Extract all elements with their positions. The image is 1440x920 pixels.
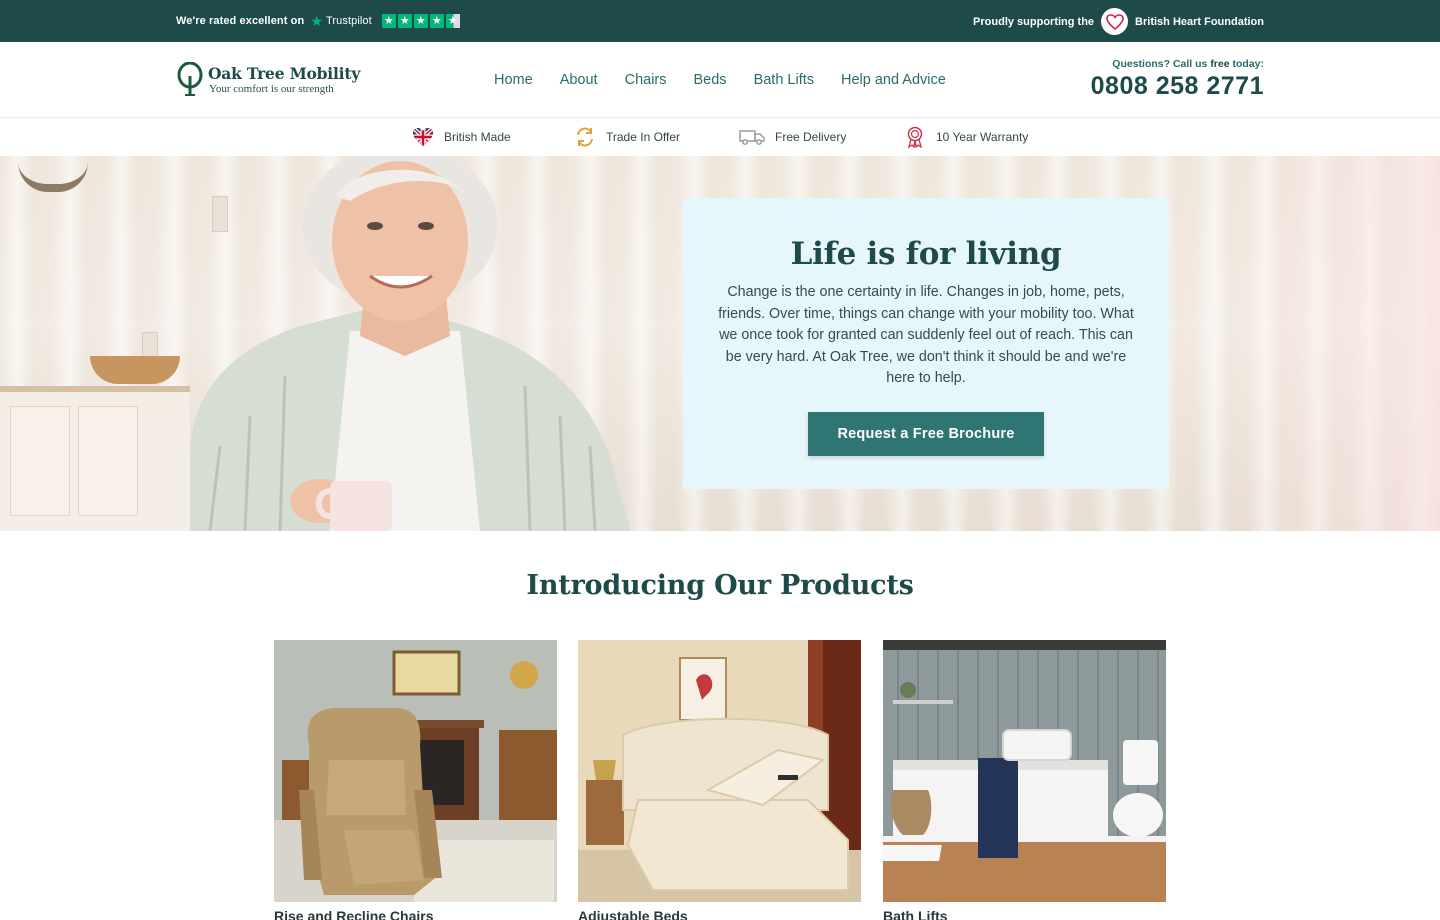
star-icon: ★ <box>413 14 428 28</box>
phone-number-link[interactable]: 0808 258 2771 <box>1091 72 1264 101</box>
product-label-chairs[interactable]: Rise and Recline Chairs <box>274 908 557 920</box>
top-bar: We're rated excellent on ★ Trustpilot ★ … <box>0 0 1440 42</box>
adjustable-bed-image <box>578 640 861 902</box>
star-icon: ★ <box>397 14 412 28</box>
rated-text: We're rated excellent on <box>176 15 305 27</box>
product-label-beds[interactable]: Adjustable Beds <box>578 908 861 920</box>
bath-lift-image <box>883 640 1166 902</box>
warranty-rosette-icon <box>904 126 926 148</box>
support-text: Proudly supporting the <box>973 15 1095 28</box>
main-nav: Home About Chairs Beds Bath Lifts Help a… <box>494 72 946 88</box>
trustpilot-rating[interactable]: We're rated excellent on ★ Trustpilot ★ … <box>176 14 460 28</box>
nav-about[interactable]: About <box>560 72 598 88</box>
call-label-prefix: Questions? Call us <box>1112 58 1208 70</box>
site-logo[interactable]: Oak Tree Mobility Your comfort is our st… <box>176 62 360 98</box>
trustpilot-star-icon: ★ <box>310 13 323 29</box>
site-header: Oak Tree Mobility Your comfort is our st… <box>0 42 1440 118</box>
products-title: Introducing Our Products <box>526 570 914 601</box>
delivery-truck-icon <box>739 126 765 148</box>
star-icon: ★ <box>381 14 396 28</box>
usp-warranty: 10 Year Warranty <box>904 126 1028 148</box>
logo-tagline: Your comfort is our strength <box>209 82 334 95</box>
usp-label: Trade In Offer <box>606 130 681 144</box>
request-brochure-button[interactable]: Request a Free Brochure <box>808 411 1044 456</box>
usp-label: Free Delivery <box>775 130 847 144</box>
cabinet-door <box>10 406 70 516</box>
union-flag-heart-icon <box>412 126 434 148</box>
hero-card: Life is for living Change is the one cer… <box>683 198 1169 489</box>
cabinet-door <box>78 406 138 516</box>
nav-bath-lifts[interactable]: Bath Lifts <box>754 72 814 88</box>
heart-foundation-logo-icon <box>1101 8 1129 35</box>
hero-text: Change is the one certainty in life. Cha… <box>718 284 1134 386</box>
usp-label: 10 Year Warranty <box>936 130 1029 144</box>
logo-name: Oak Tree Mobility <box>208 63 361 83</box>
call-label-suffix: today: <box>1232 58 1265 70</box>
call-label: Questions? Call us free today: <box>1091 58 1264 70</box>
trade-in-arrows-icon <box>574 126 596 148</box>
product-card-beds[interactable] <box>578 640 861 902</box>
nav-help-and-advice[interactable]: Help and Advice <box>841 72 946 88</box>
usp-free-delivery: Free Delivery <box>739 126 846 148</box>
nav-home[interactable]: Home <box>494 72 533 88</box>
oak-tree-logo-icon <box>177 62 203 96</box>
hero-title: Life is for living <box>790 236 1062 272</box>
trustpilot-name: Trustpilot <box>325 15 372 27</box>
nav-chairs[interactable]: Chairs <box>625 72 667 88</box>
product-label-bath-lifts[interactable]: Bath Lifts <box>883 908 1166 920</box>
usp-bar: British Made Trade In Offer Free Deliver… <box>0 118 1440 156</box>
trustpilot-logo: ★ Trustpilot <box>310 14 371 28</box>
hero-woman-photo <box>190 156 630 531</box>
nav-beds[interactable]: Beds <box>694 72 727 88</box>
call-label-free: free <box>1210 58 1230 70</box>
usp-label: British Made <box>444 130 511 144</box>
charity-name: British Heart Foundation <box>1135 15 1264 28</box>
rise-recline-chair-image <box>274 640 557 902</box>
half-star-icon: ★ <box>445 14 460 28</box>
usp-british-made: British Made <box>412 126 511 148</box>
usp-trade-in: Trade In Offer <box>574 126 680 148</box>
charity-support[interactable]: Proudly supporting the British Heart Fou… <box>973 8 1264 35</box>
hero-banner: Life is for living Change is the one cer… <box>0 156 1440 531</box>
product-card-chairs[interactable] <box>274 640 557 902</box>
trustpilot-stars: ★ ★ ★ ★ ★ <box>381 14 460 28</box>
star-icon: ★ <box>429 14 444 28</box>
call-box: Questions? Call us free today: 0808 258 … <box>1091 58 1264 101</box>
product-card-bath-lifts[interactable] <box>883 640 1166 902</box>
hero-curtain-tint <box>1230 156 1440 531</box>
